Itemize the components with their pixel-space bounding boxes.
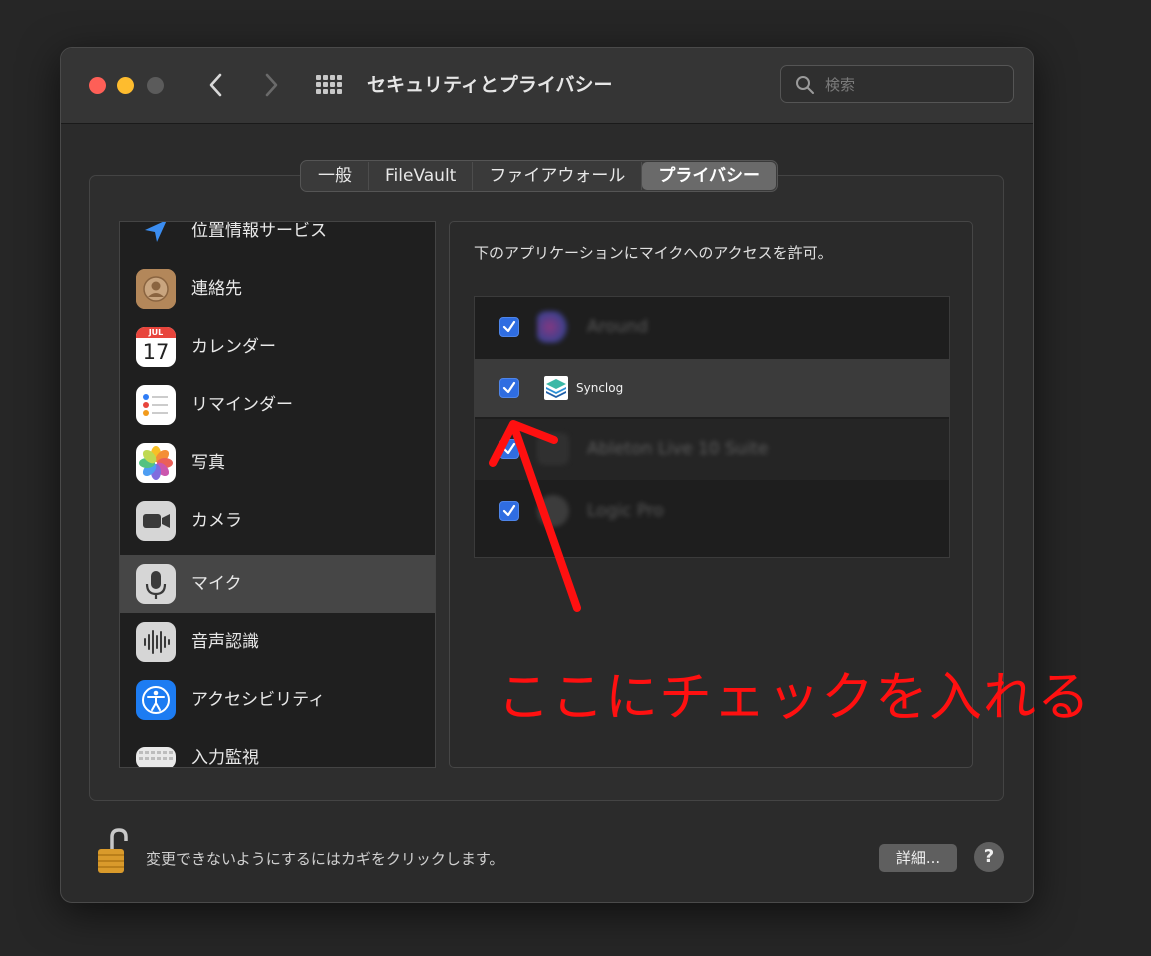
sidebar-item-input-monitoring[interactable]: 入力監視 (120, 729, 435, 768)
synclog-app-icon (544, 376, 568, 400)
sidebar-item-label: 位置情報サービス (191, 221, 327, 241)
location-arrow-icon (136, 222, 176, 251)
app-name: Around (587, 317, 648, 337)
sidebar-item-microphone[interactable]: マイク (120, 555, 435, 613)
keyboard-icon (136, 747, 176, 767)
zoom-window-button[interactable] (147, 77, 164, 94)
sidebar-item-label: リマインダー (191, 395, 293, 415)
sidebar-item-contacts[interactable]: 連絡先 (120, 260, 435, 318)
calendar-month: JUL (136, 327, 176, 338)
sidebar-item-calendar[interactable]: JUL 17 カレンダー (120, 318, 435, 376)
calendar-icon: JUL 17 (136, 327, 176, 367)
lock-icon[interactable] (95, 827, 133, 875)
tab-firewall[interactable]: ファイアウォール (473, 162, 643, 190)
sidebar-item-label: アクセシビリティ (191, 690, 326, 710)
sidebar-item-photos[interactable]: 写真 (120, 434, 435, 492)
search-icon (796, 76, 814, 94)
microphone-icon (136, 564, 176, 604)
chevron-left-icon (209, 73, 222, 97)
forward-button[interactable] (256, 68, 286, 102)
app-name: Synclog (576, 381, 624, 395)
sidebar-item-camera[interactable]: カメラ (120, 492, 435, 550)
title-bar: セキュリティとプライバシー (61, 48, 1033, 124)
chevron-right-icon (265, 73, 278, 97)
sidebar-item-label: 音声認識 (191, 632, 259, 652)
search-field[interactable] (780, 65, 1014, 103)
annotation-text: ここにチェックを入れる (497, 667, 1091, 728)
app-checkbox[interactable] (499, 317, 519, 337)
advanced-button[interactable]: 詳細... (879, 844, 957, 872)
sidebar-item-label: 連絡先 (191, 279, 242, 299)
privacy-category-list[interactable]: 位置情報サービス 連絡先 JUL 17 カレンダー リマインダー 写真 カメラ … (119, 221, 436, 768)
app-name: Ableton Live 10 Suite (587, 439, 769, 459)
window-title: セキュリティとプライバシー (367, 74, 613, 96)
sidebar-item-label: マイク (191, 574, 242, 594)
pane-heading: 下のアプリケーションにマイクへのアクセスを許可。 (474, 244, 833, 262)
back-button[interactable] (201, 68, 231, 102)
annotation-arrow (489, 420, 581, 612)
speech-recognition-icon (136, 622, 176, 662)
around-app-icon (537, 311, 569, 343)
sidebar-item-label: カレンダー (191, 337, 276, 357)
close-window-button[interactable] (89, 77, 106, 94)
tab-general[interactable]: 一般 (302, 162, 369, 190)
photos-icon (136, 443, 176, 483)
show-all-grid-icon[interactable] (316, 75, 342, 95)
tab-privacy[interactable]: プライバシー (642, 162, 777, 190)
sidebar-item-accessibility[interactable]: アクセシビリティ (120, 671, 435, 729)
app-row-synclog[interactable]: Synclog (475, 359, 949, 417)
app-row-around[interactable]: Around (475, 297, 949, 358)
sidebar-item-location-services[interactable]: 位置情報サービス (120, 221, 435, 260)
minimize-window-button[interactable] (117, 77, 134, 94)
app-checkbox[interactable] (499, 378, 519, 398)
lock-hint-text: 変更できないようにするにはカギをクリックします。 (146, 850, 505, 868)
calendar-day: 17 (142, 340, 170, 364)
sidebar-item-label: カメラ (191, 511, 242, 531)
sidebar-item-label: 入力監視 (191, 748, 259, 768)
sidebar-item-label: 写真 (191, 453, 225, 473)
tab-bar: 一般 FileVault ファイアウォール プライバシー (300, 160, 779, 192)
search-input[interactable] (823, 70, 1007, 100)
accessibility-icon (136, 680, 176, 720)
camera-icon (136, 501, 176, 541)
help-button[interactable]: ? (974, 842, 1004, 872)
contacts-icon (136, 269, 176, 309)
reminders-icon (136, 385, 176, 425)
sidebar-item-reminders[interactable]: リマインダー (120, 376, 435, 434)
sidebar-item-speech-recognition[interactable]: 音声認識 (120, 613, 435, 671)
app-name: Logic Pro (587, 501, 664, 521)
tab-filevault[interactable]: FileVault (369, 162, 474, 190)
